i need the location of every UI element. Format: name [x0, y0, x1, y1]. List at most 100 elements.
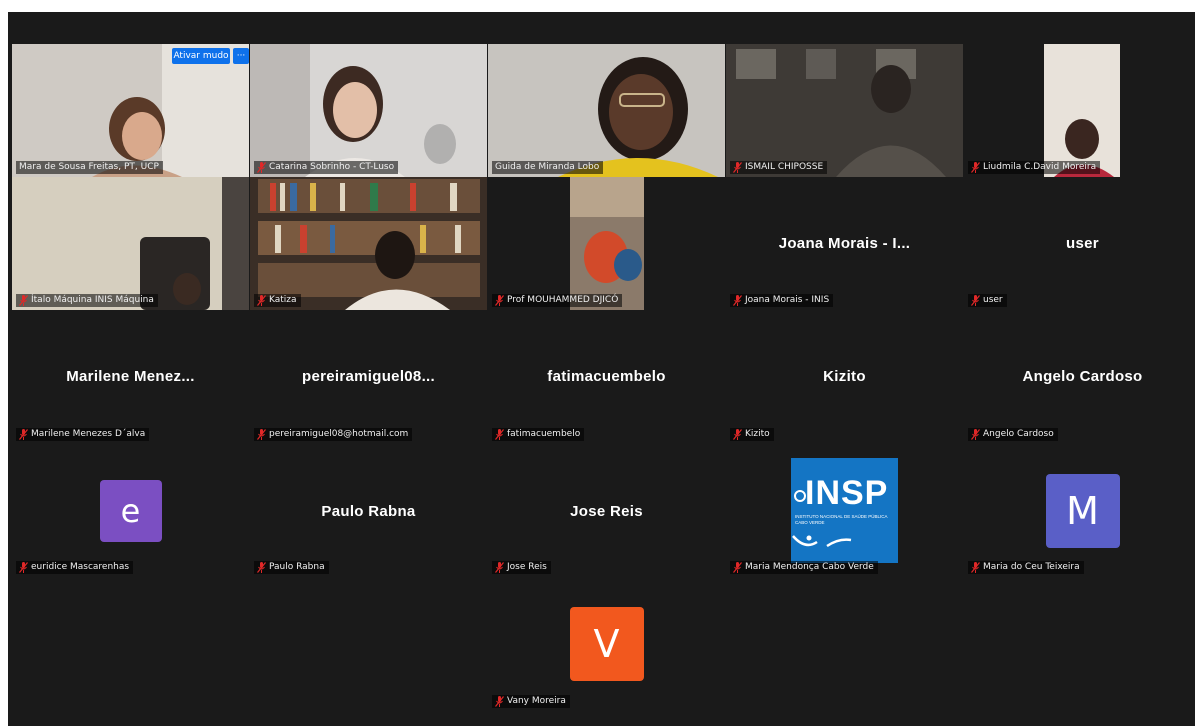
participant-display-name: Joana Morais - I...: [778, 235, 911, 252]
participant-name: Jose Reis: [507, 562, 547, 572]
name-tile-angelo[interactable]: Angelo Cardoso Angelo Cardoso: [964, 311, 1195, 444]
muted-mic-icon: [733, 295, 742, 306]
participant-name: Prof MOUHAMMED DJICÓ: [507, 295, 619, 305]
video-tile-mara[interactable]: Ativar mudo ··· Mara de Sousa Freitas, P…: [12, 44, 249, 177]
camera-feed: [250, 177, 487, 310]
participant-name: fatimacuembelo: [507, 429, 581, 439]
participant-avatar: V: [569, 607, 644, 681]
muted-mic-icon: [257, 162, 266, 173]
participant-display-name: fatimacuembelo: [547, 368, 666, 385]
participant-name-tag: euridice Mascarenhas: [16, 561, 134, 574]
video-tile-italo[interactable]: Ítalo Máquina INIS Máquina: [12, 177, 249, 310]
participant-display-name: Marilene Menez...: [66, 368, 195, 385]
muted-mic-icon: [19, 562, 28, 573]
participant-name: Maria do Ceu Teixeira: [983, 562, 1080, 572]
participant-name-tag: Catarina Sobrinho - CT-Luso: [254, 161, 399, 174]
participant-name-tag: Kizito: [730, 428, 774, 441]
camera-feed: [250, 44, 487, 177]
participant-display-name: user: [1066, 235, 1099, 252]
participant-name-tag: Guida de Miranda Lobo: [492, 161, 604, 174]
avatar-tile-maria-do-ceu[interactable]: M Maria do Ceu Teixeira: [964, 444, 1195, 577]
video-tile-mouhammed[interactable]: Prof MOUHAMMED DJICÓ: [488, 177, 725, 310]
participant-display-name: Kizito: [823, 368, 866, 385]
muted-mic-icon: [971, 562, 980, 573]
participant-name: Joana Morais - INIS: [745, 295, 830, 305]
camera-feed: [12, 177, 249, 310]
muted-mic-icon: [19, 429, 28, 440]
participant-name-tag: fatimacuembelo: [492, 428, 585, 441]
muted-mic-icon: [733, 562, 742, 573]
participant-avatar: e: [99, 480, 162, 542]
participant-name-tag: Joana Morais - INIS: [730, 294, 834, 307]
name-tile-kizito[interactable]: Kizito Kizito: [726, 311, 963, 444]
participant-name: Katiza: [269, 295, 297, 305]
name-tile-jose[interactable]: Jose Reis Jose Reis: [488, 444, 725, 577]
participant-name: euridice Mascarenhas: [31, 562, 130, 572]
participant-name-tag: Maria Mendonça Cabo Verde: [730, 561, 878, 574]
participant-display-name: Jose Reis: [570, 503, 643, 520]
participant-name-tag: Angelo Cardoso: [968, 428, 1058, 441]
participant-name-tag: Vany Moreira: [492, 695, 570, 708]
insp-logo: INSP INSTITUTO NACIONAL DE SAÚDE PÚBLICA…: [791, 458, 898, 563]
muted-mic-icon: [495, 295, 504, 306]
avatar-tile-maria-mendonca[interactable]: INSP INSTITUTO NACIONAL DE SAÚDE PÚBLICA…: [726, 444, 963, 577]
name-tile-fatimacuembelo[interactable]: fatimacuembelo fatimacuembelo: [488, 311, 725, 444]
participant-name-tag: Liudmila C.David Moreira: [968, 161, 1101, 174]
camera-feed: [488, 177, 725, 310]
name-tile-marilene[interactable]: Marilene Menez... Marilene Menezes D´alv…: [12, 311, 249, 444]
video-tile-liudmila[interactable]: Liudmila C.David Moreira: [964, 44, 1195, 177]
muted-mic-icon: [19, 295, 28, 306]
camera-feed: [488, 44, 725, 177]
participant-name: Mara de Sousa Freitas, PT, UCP: [19, 162, 159, 172]
name-tile-user[interactable]: user user: [964, 177, 1195, 310]
camera-feed: [726, 44, 963, 177]
muted-mic-icon: [495, 429, 504, 440]
participant-name-tag: Ítalo Máquina INIS Máquina: [16, 294, 158, 307]
name-tile-pereiramiguel[interactable]: pereiramiguel08... pereiramiguel08@hotma…: [250, 311, 487, 444]
video-tile-ismail[interactable]: ISMAIL CHIPOSSE: [726, 44, 963, 177]
participant-name-tag: Katiza: [254, 294, 301, 307]
participant-name: Marilene Menezes D´alva: [31, 429, 146, 439]
muted-mic-icon: [257, 429, 266, 440]
participant-name-tag: Paulo Rabna: [254, 561, 329, 574]
participant-name: Paulo Rabna: [269, 562, 325, 572]
more-options-button[interactable]: ···: [233, 48, 249, 64]
muted-mic-icon: [733, 162, 742, 173]
muted-mic-icon: [495, 696, 504, 707]
participant-name: ISMAIL CHIPOSSE: [745, 162, 824, 172]
participant-name-tag: Prof MOUHAMMED DJICÓ: [492, 294, 623, 307]
meeting-gallery: Ativar mudo ··· Mara de Sousa Freitas, P…: [8, 12, 1195, 726]
muted-mic-icon: [495, 562, 504, 573]
video-tile-catarina[interactable]: Catarina Sobrinho - CT-Luso: [250, 44, 487, 177]
participant-name-tag: user: [968, 294, 1007, 307]
participant-name: Guida de Miranda Lobo: [495, 162, 600, 172]
name-tile-paulo[interactable]: Paulo Rabna Paulo Rabna: [250, 444, 487, 577]
participant-name-tag: Jose Reis: [492, 561, 551, 574]
participant-name: Catarina Sobrinho - CT-Luso: [269, 162, 395, 172]
participant-name-tag: Mara de Sousa Freitas, PT, UCP: [16, 161, 163, 174]
participant-name: Ítalo Máquina INIS Máquina: [31, 295, 154, 305]
participant-display-name: Angelo Cardoso: [1022, 368, 1143, 385]
avatar-tile-vany[interactable]: V Vany Moreira: [488, 578, 725, 711]
name-tile-joana[interactable]: Joana Morais - I... Joana Morais - INIS: [726, 177, 963, 310]
participant-display-name: Paulo Rabna: [321, 503, 416, 520]
unmute-button[interactable]: Ativar mudo: [172, 48, 230, 64]
participant-name: Maria Mendonça Cabo Verde: [745, 562, 874, 572]
participant-name-tag: ISMAIL CHIPOSSE: [730, 161, 828, 174]
participant-name: Kizito: [745, 429, 770, 439]
participant-name-tag: pereiramiguel08@hotmail.com: [254, 428, 413, 441]
participant-name: user: [983, 295, 1003, 305]
participant-name: Vany Moreira: [507, 696, 566, 706]
muted-mic-icon: [971, 295, 980, 306]
video-tile-katiza[interactable]: Katiza: [250, 177, 487, 310]
muted-mic-icon: [971, 429, 980, 440]
avatar-tile-euridice[interactable]: e euridice Mascarenhas: [12, 444, 249, 577]
muted-mic-icon: [257, 295, 266, 306]
video-tile-guida-active-speaker[interactable]: Guida de Miranda Lobo: [488, 44, 725, 177]
muted-mic-icon: [971, 162, 980, 173]
participant-name: Liudmila C.David Moreira: [983, 162, 1097, 172]
insp-logo-subtitle-2: CABO VERDE: [795, 520, 825, 525]
participant-name-tag: Maria do Ceu Teixeira: [968, 561, 1084, 574]
camera-feed: [964, 44, 1195, 177]
participant-name: Angelo Cardoso: [983, 429, 1054, 439]
